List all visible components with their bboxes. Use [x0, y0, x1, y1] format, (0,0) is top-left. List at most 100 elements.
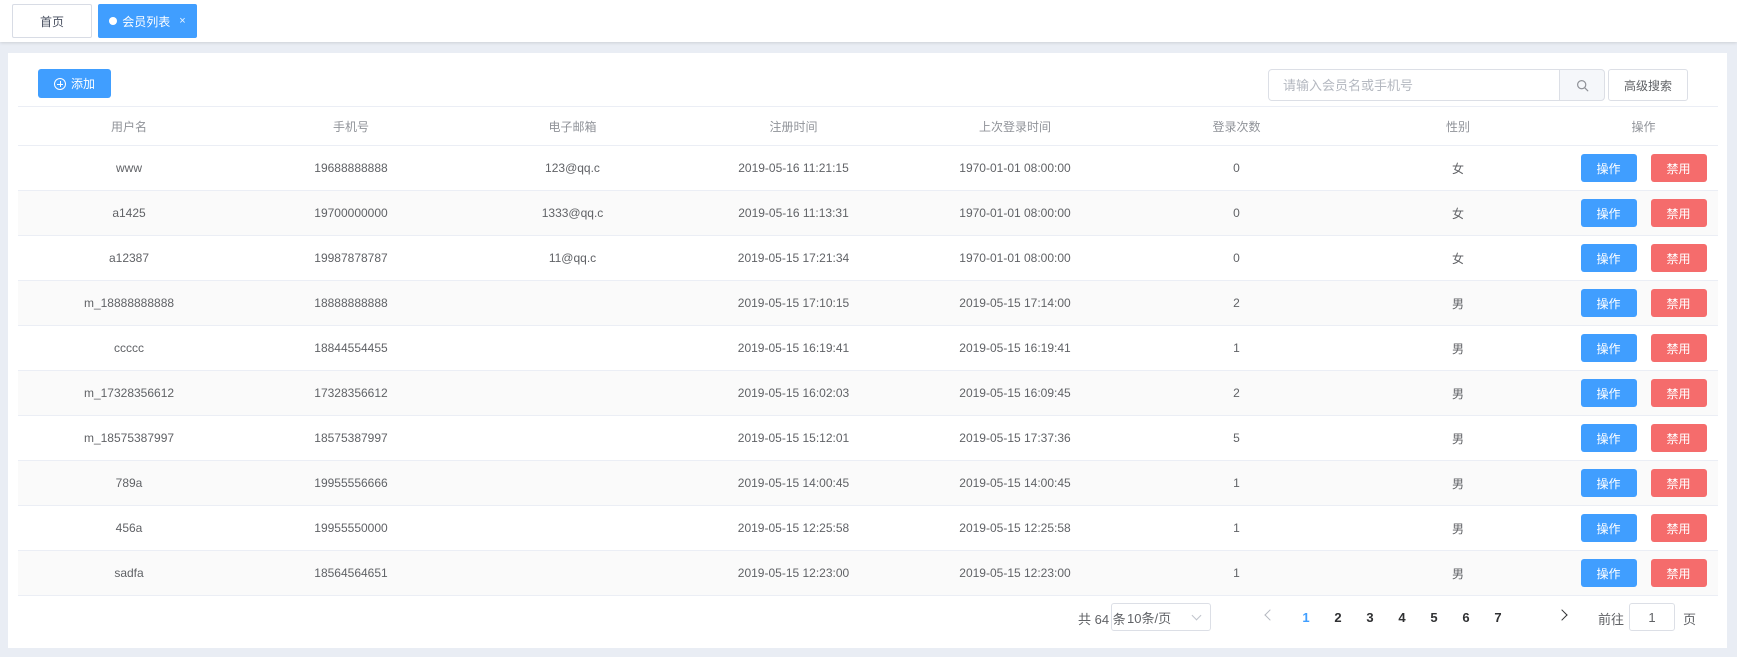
- cell-email: 11@qq.c: [548, 251, 597, 265]
- cell-last-login: 2019-05-15 12:25:58: [959, 521, 1071, 535]
- cell-gender: 男: [1451, 341, 1464, 356]
- action-button[interactable]: 操作: [1580, 244, 1637, 272]
- ban-button[interactable]: 禁用: [1650, 514, 1707, 542]
- tab-home[interactable]: 首页: [12, 4, 92, 38]
- table-row: 789a 19955556666 2019-05-15 14:00:45 2019-0…: [18, 461, 1718, 506]
- page-number-7[interactable]: 7: [1483, 603, 1513, 631]
- ban-button[interactable]: 禁用: [1650, 424, 1707, 452]
- cell-gender: 男: [1451, 476, 1464, 491]
- cell-login-count: 2: [1233, 296, 1240, 310]
- cell-email: 1333@qq.c: [541, 206, 604, 220]
- action-button[interactable]: 操作: [1580, 334, 1637, 362]
- cell-login-count: 1: [1233, 566, 1240, 580]
- cell-last-login: 2019-05-15 12:23:00: [959, 566, 1071, 580]
- cell-username: www: [116, 161, 142, 175]
- tab-home-label: 首页: [39, 14, 64, 29]
- ban-button[interactable]: 禁用: [1650, 559, 1707, 587]
- cell-login-count: 1: [1233, 521, 1240, 535]
- page-size-select[interactable]: 10条/页: [1111, 603, 1211, 631]
- column-header-gender: 性别: [1445, 119, 1470, 134]
- action-button[interactable]: 操作: [1580, 559, 1637, 587]
- close-icon[interactable]: ×: [179, 15, 185, 27]
- action-button[interactable]: 操作: [1580, 199, 1637, 227]
- action-button[interactable]: 操作: [1580, 514, 1637, 542]
- page-number-4[interactable]: 4: [1387, 603, 1417, 631]
- cell-gender: 男: [1451, 386, 1464, 401]
- cell-username: sadfa: [114, 566, 144, 580]
- ban-button[interactable]: 禁用: [1650, 289, 1707, 317]
- search-input[interactable]: [1268, 69, 1560, 101]
- cell-registered: 2019-05-15 17:21:34: [737, 251, 850, 265]
- goto-label: 前往: [1598, 612, 1625, 627]
- cell-actions: 操作 禁用: [1569, 379, 1718, 407]
- action-button[interactable]: 操作: [1580, 424, 1637, 452]
- column-header-phone: 手机号: [332, 119, 369, 134]
- cell-last-login: 1970-01-01 08:00:00: [959, 251, 1071, 265]
- table-row: 456a 19955550000 2019-05-15 12:25:58 2019-0…: [18, 506, 1718, 551]
- cell-phone: 18888888888: [314, 296, 388, 310]
- cell-phone: 18844554455: [314, 341, 388, 355]
- chevron-down-icon: [1191, 610, 1202, 621]
- cell-actions: 操作 禁用: [1569, 469, 1718, 497]
- next-page-icon[interactable]: [1556, 609, 1568, 621]
- cell-registered: 2019-05-15 12:23:00: [737, 566, 850, 580]
- cell-last-login: 2019-05-15 17:37:36: [959, 431, 1071, 445]
- cell-login-count: 5: [1233, 431, 1240, 445]
- cell-username: a12387: [108, 251, 150, 265]
- column-header-actions: 操作: [1631, 119, 1656, 134]
- cell-registered: 2019-05-15 12:25:58: [737, 521, 850, 535]
- cell-actions: 操作 禁用: [1569, 244, 1718, 272]
- ban-button[interactable]: 禁用: [1650, 244, 1707, 272]
- column-header-login-count: 登录次数: [1212, 119, 1261, 134]
- cell-last-login: 2019-05-15 16:09:45: [959, 386, 1071, 400]
- table-row: m_18888888888 18888888888 2019-05-15 17:10…: [18, 281, 1718, 326]
- page-number-1[interactable]: 1: [1291, 603, 1321, 631]
- cell-gender: 男: [1451, 521, 1464, 536]
- cell-phone: 19987878787: [314, 251, 388, 265]
- action-button[interactable]: 操作: [1580, 469, 1637, 497]
- action-button[interactable]: 操作: [1580, 154, 1637, 182]
- action-button[interactable]: 操作: [1580, 289, 1637, 317]
- ban-button[interactable]: 禁用: [1650, 334, 1707, 362]
- ban-button[interactable]: 禁用: [1650, 469, 1707, 497]
- tabs-bar: 首页 会员列表 ×: [0, 0, 1737, 42]
- prev-page-icon[interactable]: [1264, 609, 1276, 621]
- add-button[interactable]: 添加: [38, 69, 111, 98]
- table-row: a1425 19700000000 1333@qq.c 2019-05-16 11:1…: [18, 191, 1718, 236]
- cell-gender: 男: [1451, 296, 1464, 311]
- action-button[interactable]: 操作: [1580, 379, 1637, 407]
- advanced-search-button[interactable]: 高级搜索: [1608, 69, 1688, 101]
- column-header-registered: 注册时间: [769, 119, 818, 134]
- pagination: 共 64 条 10条/页 1234567 前往 页: [8, 603, 1727, 633]
- tab-member-list[interactable]: 会员列表 ×: [98, 4, 197, 38]
- table-row: ccccc 18844554455 2019-05-15 16:19:41 2019-…: [18, 326, 1718, 371]
- search-icon: [1576, 79, 1588, 91]
- search-button[interactable]: [1559, 69, 1605, 101]
- cell-last-login: 2019-05-15 17:14:00: [959, 296, 1071, 310]
- page-number-6[interactable]: 6: [1451, 603, 1481, 631]
- page-number-2[interactable]: 2: [1323, 603, 1353, 631]
- ban-button[interactable]: 禁用: [1650, 379, 1707, 407]
- cell-login-count: 2: [1233, 386, 1240, 400]
- cell-username: 789a: [115, 476, 143, 490]
- cell-phone: 19700000000: [314, 206, 388, 220]
- cell-login-count: 1: [1233, 476, 1240, 490]
- cell-username: ccccc: [114, 341, 144, 355]
- table-body: www 19688888888 123@qq.c 2019-05-16 11:21:1…: [18, 146, 1718, 596]
- cell-last-login: 2019-05-15 14:00:45: [959, 476, 1071, 490]
- cell-gender: 男: [1451, 566, 1464, 581]
- cell-username: m_18575387997: [83, 431, 175, 445]
- ban-button[interactable]: 禁用: [1650, 154, 1707, 182]
- cell-phone: 18564564651: [314, 566, 388, 580]
- member-list-card: 添加 高级搜索 用户名 手机号 电子邮箱 注册时间 上次登录时间 登录次数 性别…: [8, 53, 1727, 648]
- cell-gender: 女: [1451, 206, 1464, 221]
- goto-suffix: 页: [1683, 612, 1697, 627]
- page-number-5[interactable]: 5: [1419, 603, 1449, 631]
- table-header: 用户名 手机号 电子邮箱 注册时间 上次登录时间 登录次数 性别 操作: [18, 106, 1718, 146]
- cell-gender: 男: [1451, 431, 1464, 446]
- ban-button[interactable]: 禁用: [1650, 199, 1707, 227]
- column-header-email: 电子邮箱: [548, 119, 597, 134]
- cell-actions: 操作 禁用: [1569, 424, 1718, 452]
- goto-page-input[interactable]: [1629, 603, 1675, 631]
- page-number-3[interactable]: 3: [1355, 603, 1385, 631]
